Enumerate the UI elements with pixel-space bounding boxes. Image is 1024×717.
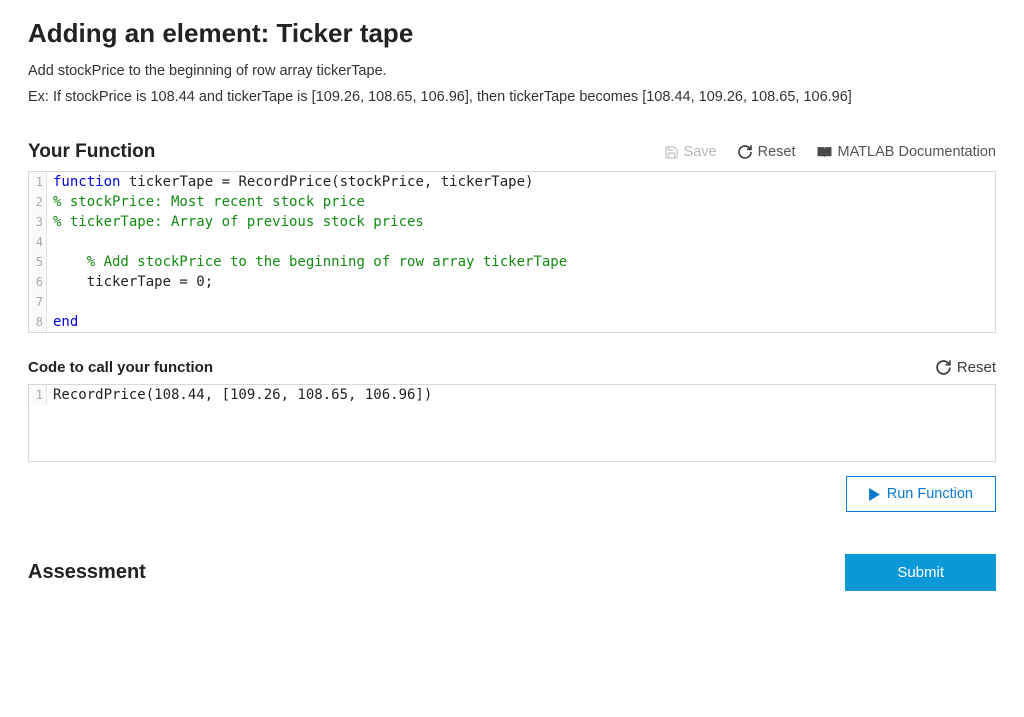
code-text <box>53 254 87 270</box>
docs-icon <box>816 145 833 159</box>
comment: % Add stockPrice to the beginning of row… <box>87 254 567 270</box>
call-code-editor[interactable]: 1RecordPrice(108.44, [109.26, 108.65, 10… <box>28 384 996 462</box>
code-text: tickerTape = RecordPrice(stockPrice, tic… <box>120 174 533 190</box>
comment: % stockPrice: Most recent stock price <box>53 194 365 210</box>
run-label: Run Function <box>887 486 973 502</box>
reset-call-label: Reset <box>957 359 996 376</box>
code-text: RecordPrice(108.44, [109.26, 108.65, 106… <box>47 385 432 405</box>
reset-call-button[interactable]: Reset <box>935 359 996 376</box>
code-text <box>47 292 53 312</box>
line-number: 5 <box>29 252 47 272</box>
your-function-heading: Your Function <box>28 141 155 163</box>
line-number: 8 <box>29 312 47 332</box>
reset-button[interactable]: Reset <box>737 144 796 160</box>
keyword: function <box>53 174 120 190</box>
line-number: 4 <box>29 232 47 252</box>
save-label: Save <box>684 144 717 160</box>
run-function-button[interactable]: Run Function <box>846 476 996 512</box>
save-button[interactable]: Save <box>664 144 717 160</box>
function-toolbar: Save Reset MATLAB Documentation <box>664 144 996 160</box>
code-text: tickerTape = 0; <box>47 272 213 292</box>
keyword: end <box>53 314 78 330</box>
line-number: 6 <box>29 272 47 292</box>
description-line-1: Add stockPrice to the beginning of row a… <box>28 63 996 79</box>
line-number: 2 <box>29 192 47 212</box>
save-icon <box>664 145 679 160</box>
line-number: 1 <box>29 172 47 192</box>
reset-icon <box>935 359 952 376</box>
play-icon <box>869 488 880 501</box>
docs-button[interactable]: MATLAB Documentation <box>816 144 997 160</box>
line-number: 3 <box>29 212 47 232</box>
reset-label: Reset <box>758 144 796 160</box>
code-text <box>47 232 53 252</box>
call-heading: Code to call your function <box>28 359 213 376</box>
page-title: Adding an element: Ticker tape <box>28 18 996 49</box>
assessment-heading: Assessment <box>28 561 146 584</box>
line-number: 7 <box>29 292 47 312</box>
submit-button[interactable]: Submit <box>845 554 996 591</box>
function-code-editor[interactable]: 1 function tickerTape = RecordPrice(stock… <box>28 171 996 333</box>
docs-label: MATLAB Documentation <box>838 144 997 160</box>
description-line-2: Ex: If stockPrice is 108.44 and tickerTa… <box>28 89 996 105</box>
line-number: 1 <box>29 385 47 405</box>
comment: % tickerTape: Array of previous stock pr… <box>53 214 424 230</box>
reset-icon <box>737 144 753 160</box>
